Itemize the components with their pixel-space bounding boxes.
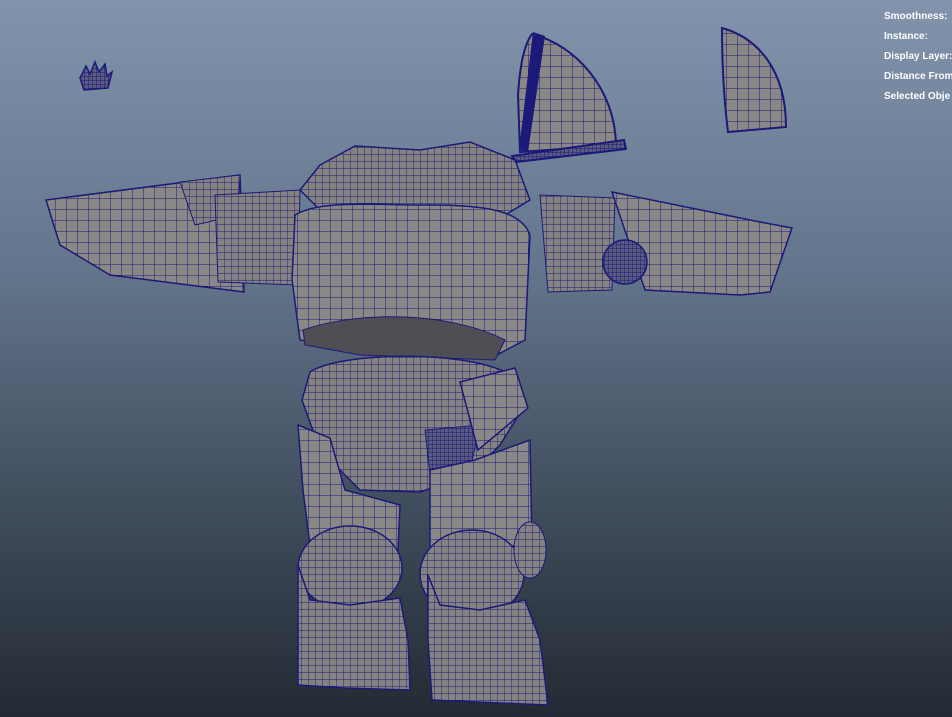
scene-canvas[interactable]	[0, 0, 952, 717]
hud-instance-label: Instance:	[884, 31, 928, 42]
viewport-3d[interactable]: Smoothness: Instance: Display Layer: Dis…	[0, 0, 952, 717]
hud-display-layer-label: Display Layer:	[884, 51, 952, 62]
small-decoration-mesh[interactable]	[79, 60, 114, 91]
helmet-crest-mesh[interactable]	[510, 32, 628, 164]
robot-armor-mesh[interactable]	[45, 141, 793, 706]
hud-smoothness-label: Smoothness:	[884, 11, 948, 22]
helmet-side-mesh[interactable]	[720, 26, 788, 134]
hud-distance-from-label: Distance From	[884, 71, 952, 82]
heads-up-display: Smoothness: Instance: Display Layer: Dis…	[884, 7, 952, 107]
hud-selected-objects-label: Selected Obje	[884, 91, 951, 102]
